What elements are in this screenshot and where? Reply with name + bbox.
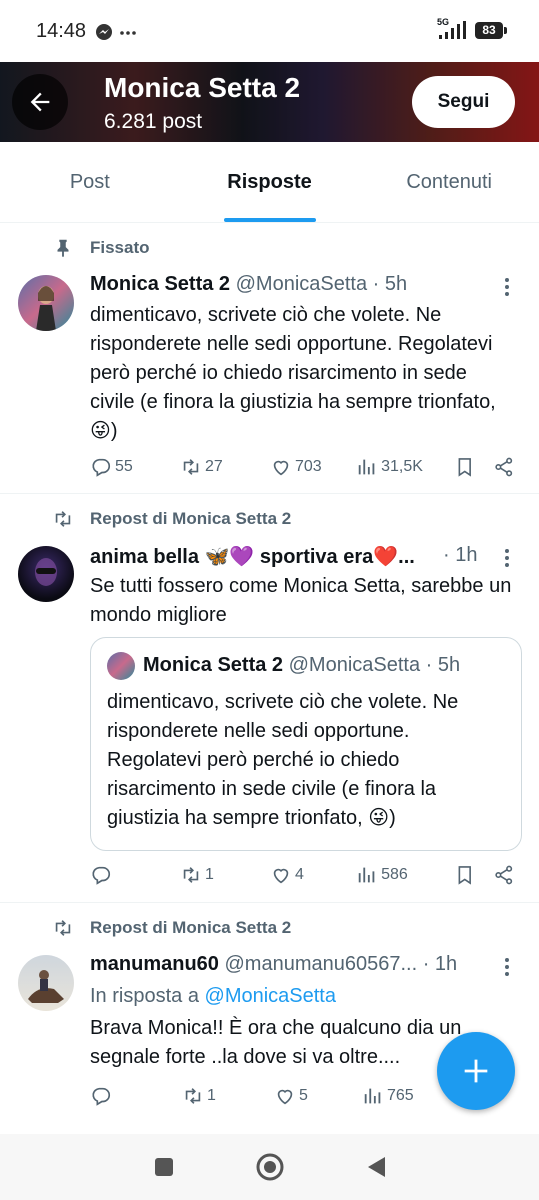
- bookmark-icon[interactable]: [454, 864, 476, 886]
- like-button[interactable]: 4: [270, 864, 356, 886]
- reply-indicator: In risposta a @MonicaSetta: [90, 982, 515, 1011]
- battery-level: 83: [482, 23, 496, 37]
- more-options-icon[interactable]: [497, 548, 517, 568]
- view-count: 31,5K: [381, 458, 423, 475]
- tab-risposte[interactable]: Risposte: [180, 142, 360, 222]
- reply-button[interactable]: [90, 864, 180, 886]
- like-count: 703: [295, 458, 322, 475]
- heart-icon: [277, 1089, 293, 1105]
- avatar[interactable]: [18, 955, 74, 1011]
- author-name[interactable]: Monica Setta 2: [90, 273, 230, 295]
- repost-icon: [55, 920, 71, 936]
- reply-button[interactable]: [90, 1085, 182, 1107]
- repost-context: Repost di Monica Setta 2: [90, 918, 292, 937]
- view-count: 586: [381, 866, 408, 883]
- tab-label: Risposte: [227, 170, 312, 193]
- views-icon: [358, 867, 375, 883]
- repost-button[interactable]: 1: [182, 1085, 274, 1107]
- author-name[interactable]: manumanu60: [90, 953, 219, 975]
- bookmark-icon[interactable]: [454, 456, 476, 478]
- profile-header: Monica Setta 2 6.281 post Segui: [0, 62, 539, 142]
- active-tab-indicator: [223, 218, 316, 222]
- heart-icon: [273, 868, 289, 884]
- follow-button[interactable]: Segui: [412, 76, 515, 128]
- reply-icon: [92, 458, 111, 477]
- post-actions: 55 27 703 31,5K: [90, 454, 515, 480]
- messenger-icon: [95, 22, 141, 47]
- system-nav-bar: [0, 1134, 539, 1200]
- repost-icon: [55, 511, 71, 527]
- post-count: 6.281 post: [104, 110, 203, 133]
- repost-icon: [183, 459, 199, 475]
- quote-author-handle: @MonicaSetta · 5h: [288, 654, 461, 676]
- avatar[interactable]: [18, 275, 74, 331]
- repost-icon: [183, 867, 199, 883]
- repost-icon: [185, 1088, 201, 1104]
- share-icon[interactable]: [493, 456, 515, 478]
- profile-tabs: Post Risposte Contenuti: [0, 142, 539, 223]
- battery-icon: 83: [475, 21, 507, 39]
- pin-icon: [57, 239, 69, 258]
- quote-text: dimenticavo, scrivete ciò che volete. Ne…: [107, 691, 459, 829]
- post-actions: 1 4 586: [90, 862, 515, 888]
- like-count: 5: [299, 1087, 308, 1104]
- tab-label: Contenuti: [406, 170, 492, 193]
- heart-icon: [273, 460, 289, 476]
- share-icon[interactable]: [493, 864, 515, 886]
- quote-avatar: [107, 652, 135, 680]
- reply-icon: [92, 1087, 111, 1106]
- compose-button[interactable]: [437, 1032, 515, 1110]
- status-time: 14:48: [36, 20, 87, 42]
- reply-to-link[interactable]: @MonicaSetta: [205, 985, 336, 1007]
- like-button[interactable]: 703: [270, 456, 356, 478]
- author-name[interactable]: anima bella 🦋💜 sportiva era❤️...: [90, 546, 415, 568]
- repost-count: 1: [205, 866, 214, 883]
- pinned-post[interactable]: Fissato Monica Setta 2 @MonicaSetta · 5h…: [0, 223, 539, 494]
- post-time: · 1h: [443, 544, 478, 566]
- reply-icon: [92, 866, 111, 885]
- views-icon: [364, 1088, 381, 1104]
- repost-count: 27: [205, 458, 223, 475]
- like-button[interactable]: 5: [274, 1085, 362, 1107]
- views-button[interactable]: 586: [356, 864, 452, 886]
- repost-count: 1: [207, 1087, 216, 1104]
- view-count: 765: [387, 1087, 414, 1104]
- like-count: 4: [295, 866, 304, 883]
- post-text: dimenticavo, scrivete ciò che volete. Ne…: [90, 304, 496, 442]
- reply-button[interactable]: 55: [90, 456, 180, 478]
- status-bar: 14:48 5G 83: [0, 0, 539, 62]
- author-handle: @MonicaSetta · 5h: [235, 273, 408, 295]
- tab-label: Post: [69, 170, 110, 193]
- quoted-post[interactable]: Monica Setta 2 @MonicaSetta · 5h dimenti…: [90, 637, 522, 851]
- quote-author-name: Monica Setta 2: [143, 654, 284, 676]
- arrow-left-icon: [30, 92, 50, 112]
- repost-button[interactable]: 1: [180, 864, 270, 886]
- back-nav-icon[interactable]: [365, 1155, 387, 1179]
- post-text: Se tutti fossero come Monica Setta, sare…: [90, 575, 512, 626]
- repost-context: Repost di Monica Setta 2: [90, 509, 292, 528]
- more-options-icon[interactable]: [497, 957, 517, 977]
- back-button[interactable]: [12, 74, 68, 130]
- repost-button[interactable]: 27: [180, 456, 270, 478]
- signal-icon: 5G: [437, 18, 467, 40]
- home-icon[interactable]: [255, 1152, 285, 1182]
- author-handle: @manumanu60567... · 1h: [224, 953, 458, 975]
- profile-name: Monica Setta 2: [104, 72, 301, 103]
- pinned-label: Fissato: [90, 238, 150, 257]
- more-options-icon[interactable]: [497, 277, 517, 297]
- tab-contenuti[interactable]: Contenuti: [359, 142, 539, 222]
- views-icon: [358, 459, 375, 475]
- plus-icon: [464, 1059, 488, 1083]
- reposted-post[interactable]: Repost di Monica Setta 2 anima bella 🦋💜 …: [0, 494, 539, 903]
- tab-post[interactable]: Post: [0, 142, 180, 222]
- views-button[interactable]: 31,5K: [356, 456, 452, 478]
- avatar[interactable]: [18, 546, 74, 602]
- reply-prefix: In risposta a: [90, 985, 199, 1007]
- recents-icon[interactable]: [153, 1156, 175, 1178]
- reply-count: 55: [115, 458, 133, 475]
